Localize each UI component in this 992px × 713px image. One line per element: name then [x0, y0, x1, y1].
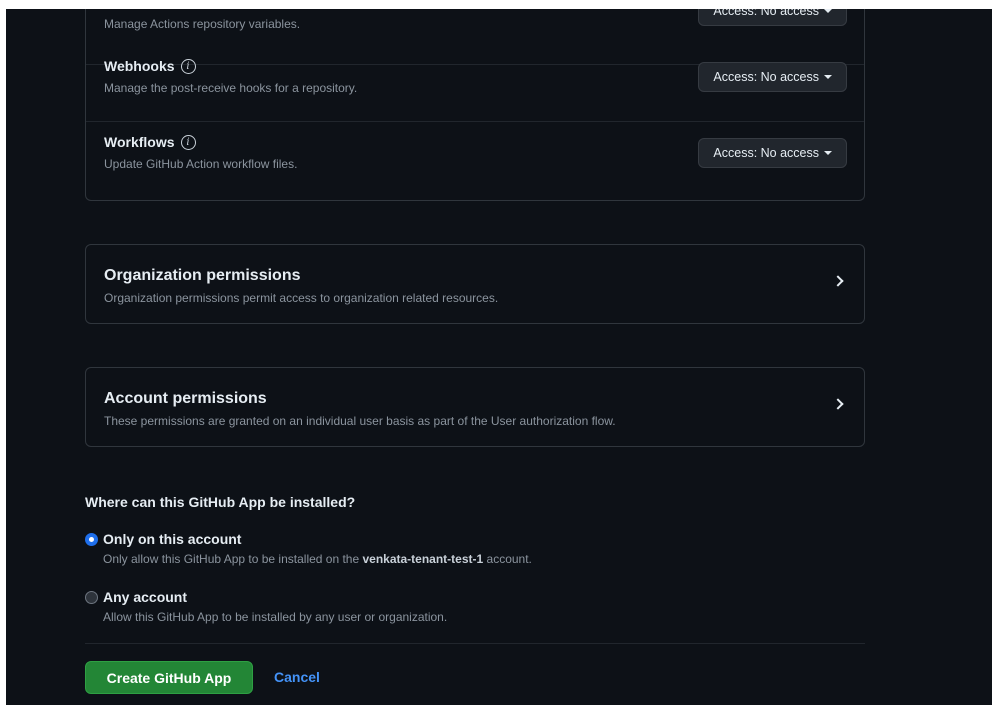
account-permissions-section[interactable]: Account permissions These permissions ar… [85, 367, 865, 447]
divider [85, 643, 865, 644]
permission-title-text: Webhooks [104, 58, 175, 74]
section-description: Organization permissions permit access t… [104, 291, 499, 305]
repository-permissions-box: Manage Actions repository variables. Acc… [85, 9, 865, 201]
info-icon[interactable]: i [180, 58, 196, 74]
access-dropdown-label: Access: No access [713, 146, 819, 160]
caret-down-icon [824, 75, 832, 79]
caret-down-icon [824, 151, 832, 155]
permission-row-workflows: Workflows i Update GitHub Action workflo… [86, 122, 864, 198]
chevron-right-icon [832, 398, 844, 410]
permission-description: Update GitHub Action workflow files. [104, 157, 298, 171]
radio-label: Any account [103, 589, 188, 605]
permission-title: Webhooks i [104, 58, 196, 74]
section-title: Organization permissions [104, 267, 301, 284]
access-dropdown-workflows[interactable]: Access: No access [698, 138, 847, 168]
caret-down-icon [824, 9, 832, 13]
cancel-button[interactable]: Cancel [274, 669, 320, 685]
install-location-heading: Where can this GitHub App be installed? [85, 494, 356, 510]
access-dropdown-webhooks[interactable]: Access: No access [698, 62, 847, 92]
chevron-right-icon [832, 275, 844, 287]
create-github-app-button[interactable]: Create GitHub App [85, 661, 253, 694]
radio-label: Only on this account [103, 531, 242, 547]
account-name: venkata-tenant-test-1 [362, 552, 484, 566]
permission-description: Manage Actions repository variables. [104, 17, 301, 31]
permission-title-text: Workflows [104, 134, 175, 150]
radio-selected[interactable] [85, 533, 98, 546]
radio-unselected[interactable] [85, 591, 98, 604]
page: Manage Actions repository variables. Acc… [6, 9, 992, 705]
radio-description: Allow this GitHub App to be installed by… [103, 610, 448, 624]
info-icon[interactable]: i [180, 134, 196, 150]
permission-description: Manage the post-receive hooks for a repo… [104, 81, 358, 95]
section-description: These permissions are granted on an indi… [104, 414, 616, 428]
section-title: Account permissions [104, 390, 267, 407]
access-dropdown-label: Access: No access [713, 70, 819, 84]
radio-description: Only allow this GitHub App to be install… [103, 552, 532, 566]
organization-permissions-section[interactable]: Organization permissions Organization pe… [85, 244, 865, 324]
permission-title: Workflows i [104, 134, 196, 150]
access-dropdown-label: Access: No access [713, 9, 819, 18]
access-dropdown-variables[interactable]: Access: No access [698, 9, 847, 26]
permission-row-webhooks: Webhooks i Manage the post-receive hooks… [86, 46, 864, 122]
